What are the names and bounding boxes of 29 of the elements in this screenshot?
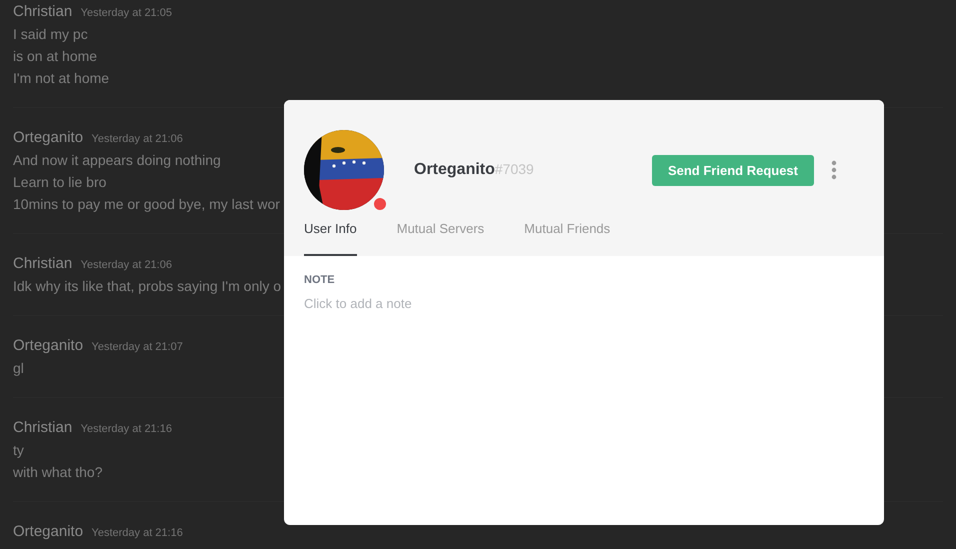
message-author[interactable]: Christian [13,255,72,272]
message-text: gl [13,359,24,378]
message-text: Idk why its like that, probs saying I'm only o [13,277,282,296]
message-text: And now it appears doing nothing [13,151,221,170]
message-text: I said my pc [13,25,88,44]
message-timestamp: Yesterday at 21:16 [80,423,172,435]
profile-tab[interactable]: Mutual Friends [524,221,610,256]
message-text: with what tho? [13,463,102,482]
message-timestamp: Yesterday at 21:05 [80,7,172,19]
message-author[interactable]: Christian [13,419,72,436]
send-friend-request-button[interactable]: Send Friend Request [652,154,814,186]
profile-tab[interactable]: Mutual Servers [396,221,484,256]
profile-tab[interactable]: User Info [304,221,357,256]
message-timestamp: Yesterday at 21:06 [80,259,172,271]
message-author[interactable]: Orteganito [13,129,84,146]
message-timestamp: Yesterday at 21:07 [92,341,183,353]
message-text: ty [13,441,24,460]
note-heading: NOTE [304,274,336,286]
message-text: Learn to lie bro [13,173,106,192]
more-options-icon[interactable] [831,160,837,180]
message-author[interactable]: Orteganito [13,523,84,540]
message-text: I'm not at home [13,69,110,88]
message-author[interactable]: Christian [13,3,72,20]
message-author[interactable]: Orteganito [13,337,84,354]
message-timestamp: Yesterday at 21:16 [92,527,183,539]
message-text: is on at home [13,47,98,66]
message-text: 10mins to pay me or good bye, my last wor [13,195,280,214]
message-timestamp: Yesterday at 21:06 [92,133,183,145]
note-field[interactable]: Click to add a note [304,296,604,311]
